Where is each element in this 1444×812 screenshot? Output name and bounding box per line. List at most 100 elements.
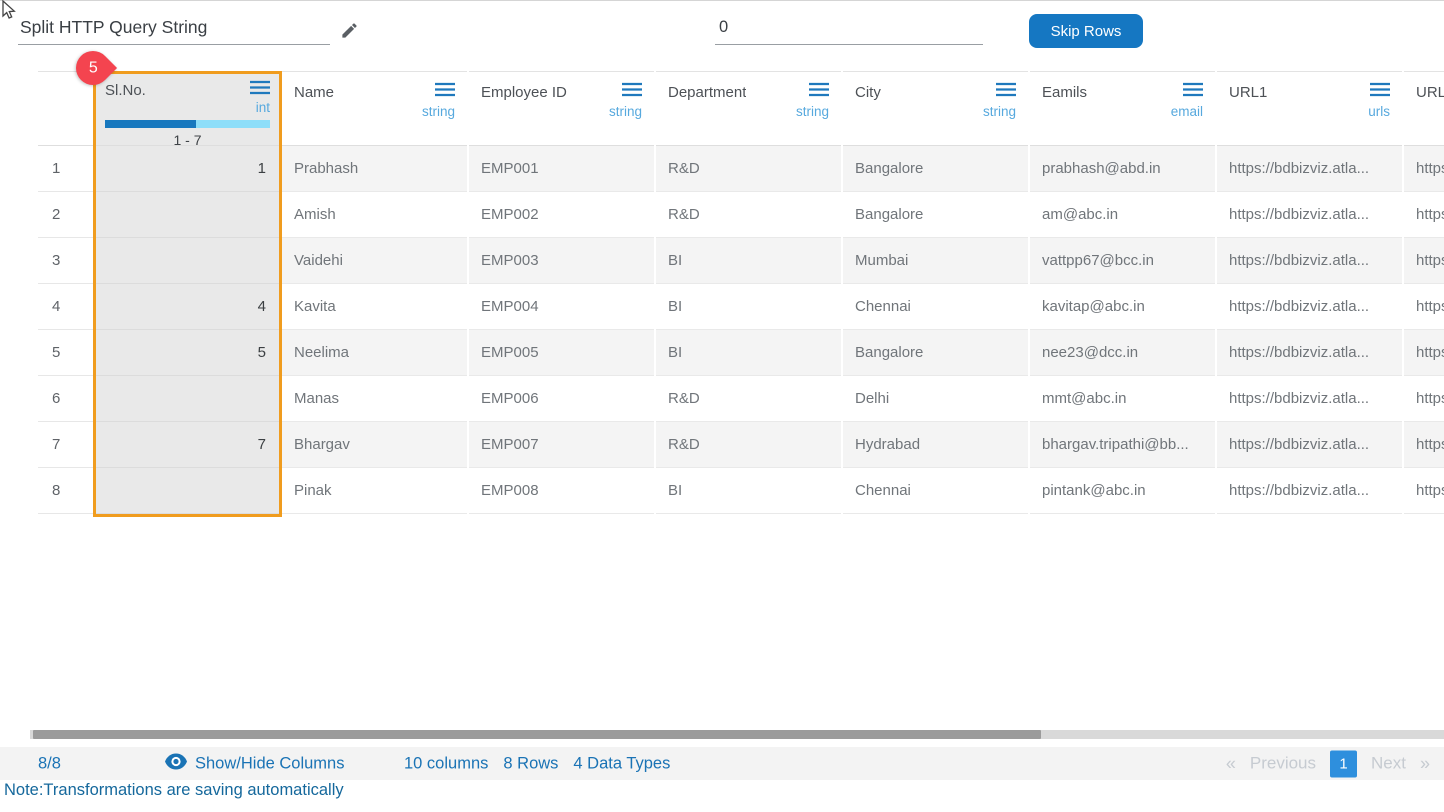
cell-city[interactable]: Hydrabad bbox=[843, 422, 1028, 468]
cell-employee-id[interactable]: EMP004 bbox=[469, 284, 654, 330]
cell-url1[interactable]: https://bdbizviz.atla... bbox=[1217, 238, 1402, 284]
cell-slno[interactable]: 1 bbox=[95, 146, 280, 192]
first-page-arrow[interactable]: « bbox=[1226, 753, 1236, 774]
cell-url1[interactable]: https://bdbizviz.atla... bbox=[1217, 422, 1402, 468]
column-header[interactable]: Eamils email bbox=[1030, 71, 1215, 146]
column-menu-icon[interactable] bbox=[622, 82, 642, 102]
cell-url1[interactable]: https://bdbizviz.atla... bbox=[1217, 376, 1402, 422]
cell-department[interactable]: BI bbox=[656, 284, 841, 330]
cell-url2[interactable]: https://bdbizviz.atla... bbox=[1404, 376, 1444, 422]
previous-page-button[interactable]: Previous bbox=[1250, 754, 1316, 774]
column-menu-icon[interactable] bbox=[1370, 82, 1390, 102]
column-type-label: urls bbox=[1229, 104, 1390, 119]
skip-rows-button[interactable]: Skip Rows bbox=[1029, 14, 1143, 48]
cell-url1[interactable]: https://bdbizviz.atla... bbox=[1217, 330, 1402, 376]
cell-city[interactable]: Chennai bbox=[843, 284, 1028, 330]
cell-emails[interactable]: nee23@dcc.in bbox=[1030, 330, 1215, 376]
cell-city[interactable]: Bangalore bbox=[843, 192, 1028, 238]
column-menu-icon[interactable] bbox=[250, 80, 270, 100]
cell-department[interactable]: BI bbox=[656, 468, 841, 514]
cell-emails[interactable]: bhargav.tripathi@bb... bbox=[1030, 422, 1215, 468]
column-header[interactable]: Department string bbox=[656, 71, 841, 146]
cell-emails[interactable]: am@abc.in bbox=[1030, 192, 1215, 238]
cell-name[interactable]: Kavita bbox=[282, 284, 467, 330]
cell-slno[interactable] bbox=[95, 238, 280, 284]
column-header-slno[interactable]: Sl.No. int 1 - 7 bbox=[95, 71, 280, 146]
rows-count-label: 8 Rows bbox=[503, 754, 558, 773]
column-type-label: int bbox=[105, 100, 270, 115]
cell-url1[interactable]: https://bdbizviz.atla... bbox=[1217, 146, 1402, 192]
cell-department[interactable]: R&D bbox=[656, 146, 841, 192]
cell-emails[interactable]: prabhash@abd.in bbox=[1030, 146, 1215, 192]
cell-url1[interactable]: https://bdbizviz.atla... bbox=[1217, 468, 1402, 514]
cell-city[interactable]: Bangalore bbox=[843, 146, 1028, 192]
column-header[interactable]: URL2 urls bbox=[1404, 71, 1444, 146]
cell-employee-id[interactable]: EMP003 bbox=[469, 238, 654, 284]
cell-emails[interactable]: mmt@abc.in bbox=[1030, 376, 1215, 422]
cell-url1[interactable]: https://bdbizviz.atla... bbox=[1217, 284, 1402, 330]
table-row: 6 Manas EMP006 R&D Delhi mmt@abc.in http… bbox=[38, 376, 1444, 422]
cell-name[interactable]: Prabhash bbox=[282, 146, 467, 192]
cell-employee-id[interactable]: EMP002 bbox=[469, 192, 654, 238]
cell-department[interactable]: R&D bbox=[656, 192, 841, 238]
cell-url2[interactable]: https://bdbizviz.atla... bbox=[1404, 330, 1444, 376]
table-row: 8 Pinak EMP008 BI Chennai pintank@abc.in… bbox=[38, 468, 1444, 514]
cell-name[interactable]: Vaidehi bbox=[282, 238, 467, 284]
cell-employee-id[interactable]: EMP001 bbox=[469, 146, 654, 192]
cell-employee-id[interactable]: EMP007 bbox=[469, 422, 654, 468]
cell-url2[interactable]: https://bdbizviz.atla... bbox=[1404, 422, 1444, 468]
cell-city[interactable]: Bangalore bbox=[843, 330, 1028, 376]
cell-department[interactable]: BI bbox=[656, 330, 841, 376]
cell-url2[interactable]: https://bdbizviz.atla... bbox=[1404, 146, 1444, 192]
cell-name[interactable]: Amish bbox=[282, 192, 467, 238]
row-number: 1 bbox=[38, 146, 93, 192]
cell-name[interactable]: Pinak bbox=[282, 468, 467, 514]
cell-slno[interactable] bbox=[95, 192, 280, 238]
cell-slno[interactable]: 4 bbox=[95, 284, 280, 330]
show-hide-columns-button[interactable]: Show/Hide Columns bbox=[165, 753, 344, 774]
column-header[interactable]: Employee ID string bbox=[469, 71, 654, 146]
transform-title-input[interactable] bbox=[18, 11, 330, 45]
cell-url2[interactable]: https://bdbizviz.atla... bbox=[1404, 468, 1444, 514]
current-page-button[interactable]: 1 bbox=[1330, 750, 1357, 777]
column-menu-icon[interactable] bbox=[435, 82, 455, 102]
cell-slno[interactable]: 7 bbox=[95, 422, 280, 468]
cell-city[interactable]: Chennai bbox=[843, 468, 1028, 514]
skip-rows-input[interactable] bbox=[715, 11, 983, 45]
cell-city[interactable]: Delhi bbox=[843, 376, 1028, 422]
cell-department[interactable]: BI bbox=[656, 238, 841, 284]
cell-emails[interactable]: vattpp67@bcc.in bbox=[1030, 238, 1215, 284]
column-menu-icon[interactable] bbox=[809, 82, 829, 102]
cell-emails[interactable]: kavitap@abc.in bbox=[1030, 284, 1215, 330]
row-number: 3 bbox=[38, 238, 93, 284]
column-header[interactable]: City string bbox=[843, 71, 1028, 146]
cell-department[interactable]: R&D bbox=[656, 376, 841, 422]
cell-department[interactable]: R&D bbox=[656, 422, 841, 468]
row-number: 8 bbox=[38, 468, 93, 514]
cell-employee-id[interactable]: EMP005 bbox=[469, 330, 654, 376]
edit-title-button[interactable] bbox=[337, 20, 361, 44]
column-menu-icon[interactable] bbox=[996, 82, 1016, 102]
cell-name[interactable]: Bhargav bbox=[282, 422, 467, 468]
cell-name[interactable]: Manas bbox=[282, 376, 467, 422]
column-menu-icon[interactable] bbox=[1183, 82, 1203, 102]
horizontal-scrollbar-track[interactable] bbox=[30, 730, 1444, 739]
cell-name[interactable]: Neelima bbox=[282, 330, 467, 376]
column-title: URL2 bbox=[1416, 84, 1444, 101]
cell-slno[interactable] bbox=[95, 468, 280, 514]
cell-emails[interactable]: pintank@abc.in bbox=[1030, 468, 1215, 514]
cell-url1[interactable]: https://bdbizviz.atla... bbox=[1217, 192, 1402, 238]
cell-slno[interactable] bbox=[95, 376, 280, 422]
last-page-arrow[interactable]: » bbox=[1420, 753, 1430, 774]
column-header[interactable]: Name string bbox=[282, 71, 467, 146]
column-header[interactable]: URL1 urls bbox=[1217, 71, 1402, 146]
cell-employee-id[interactable]: EMP006 bbox=[469, 376, 654, 422]
horizontal-scrollbar-thumb[interactable] bbox=[33, 730, 1041, 739]
cell-slno[interactable]: 5 bbox=[95, 330, 280, 376]
cell-employee-id[interactable]: EMP008 bbox=[469, 468, 654, 514]
cell-url2[interactable]: https://bdbizviz.atla... bbox=[1404, 238, 1444, 284]
next-page-button[interactable]: Next bbox=[1371, 754, 1406, 774]
cell-url2[interactable]: https://bdbizviz.atla... bbox=[1404, 284, 1444, 330]
cell-city[interactable]: Mumbai bbox=[843, 238, 1028, 284]
cell-url2[interactable]: https://bdbizviz.atla... bbox=[1404, 192, 1444, 238]
